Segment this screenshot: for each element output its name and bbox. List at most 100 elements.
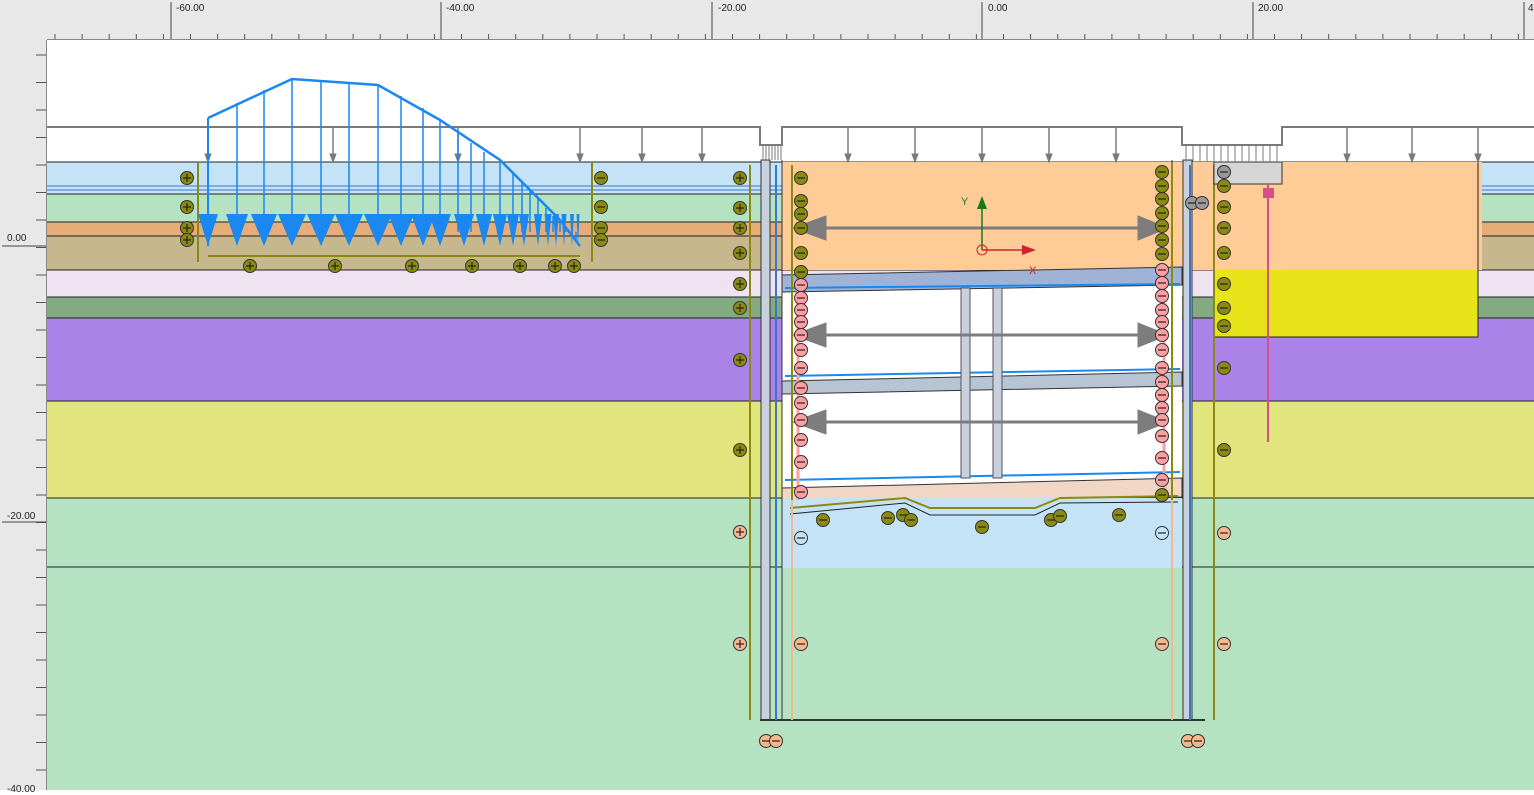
vertical-ruler (0, 0, 47, 790)
minus-circle-icon[interactable] (794, 315, 808, 329)
minus-circle-icon[interactable] (1155, 289, 1169, 303)
minus-circle-icon[interactable] (1155, 343, 1169, 357)
minus-circle-icon[interactable] (794, 221, 808, 235)
minus-circle-icon[interactable] (794, 637, 808, 651)
plus-circle-icon[interactable] (405, 259, 419, 273)
plus-circle-icon[interactable] (180, 221, 194, 235)
minus-circle-icon[interactable] (1155, 219, 1169, 233)
minus-circle-icon[interactable] (794, 246, 808, 260)
ruler-y-label: -20.00 (7, 511, 36, 522)
minus-circle-icon[interactable] (1155, 206, 1169, 220)
minus-circle-icon[interactable] (1155, 165, 1169, 179)
minus-circle-icon[interactable] (975, 520, 989, 534)
minus-circle-icon[interactable] (1217, 221, 1231, 235)
plus-circle-icon[interactable] (733, 525, 747, 539)
minus-circle-icon[interactable] (769, 734, 783, 748)
plus-circle-icon[interactable] (733, 246, 747, 260)
minus-circle-icon[interactable] (1155, 375, 1169, 389)
minus-circle-icon[interactable] (794, 381, 808, 395)
minus-circle-icon[interactable] (1155, 637, 1169, 651)
minus-circle-icon[interactable] (794, 485, 808, 499)
minus-circle-icon[interactable] (1217, 246, 1231, 260)
minus-circle-icon[interactable] (794, 455, 808, 469)
horizontal-ruler (0, 0, 1534, 40)
plus-circle-icon[interactable] (180, 200, 194, 214)
minus-circle-icon[interactable] (1217, 165, 1231, 179)
minus-circle-icon[interactable] (1217, 526, 1231, 540)
minus-circle-icon[interactable] (794, 328, 808, 342)
minus-circle-icon[interactable] (794, 531, 808, 545)
minus-circle-icon[interactable] (1217, 200, 1231, 214)
minus-circle-icon[interactable] (794, 303, 808, 317)
plus-circle-icon[interactable] (180, 171, 194, 185)
minus-circle-icon[interactable] (1217, 443, 1231, 457)
minus-circle-icon[interactable] (1155, 315, 1169, 329)
plus-circle-icon[interactable] (733, 301, 747, 315)
minus-circle-icon[interactable] (1053, 509, 1067, 523)
plus-circle-icon[interactable] (328, 259, 342, 273)
surface-load-arrows[interactable] (204, 127, 1482, 164)
minus-circle-icon[interactable] (794, 433, 808, 447)
plus-circle-icon[interactable] (733, 221, 747, 235)
minus-circle-icon[interactable] (794, 343, 808, 357)
minus-circle-icon[interactable] (794, 278, 808, 292)
model-canvas[interactable]: Y X (47, 40, 1534, 790)
minus-circle-icon[interactable] (1195, 196, 1209, 210)
plus-circle-icon[interactable] (733, 277, 747, 291)
minus-circle-icon[interactable] (794, 291, 808, 305)
minus-circle-icon[interactable] (1155, 192, 1169, 206)
minus-circle-icon[interactable] (594, 221, 608, 235)
minus-circle-icon[interactable] (794, 413, 808, 427)
minus-circle-icon[interactable] (1155, 401, 1169, 415)
minus-circle-icon[interactable] (1217, 319, 1231, 333)
minus-circle-icon[interactable] (1155, 413, 1169, 427)
minus-circle-icon[interactable] (794, 265, 808, 279)
plus-circle-icon[interactable] (513, 259, 527, 273)
minus-circle-icon[interactable] (794, 171, 808, 185)
minus-circle-icon[interactable] (1217, 179, 1231, 193)
plus-circle-icon[interactable] (180, 233, 194, 247)
minus-circle-icon[interactable] (1191, 734, 1205, 748)
minus-circle-icon[interactable] (1155, 388, 1169, 402)
plus-circle-icon[interactable] (567, 259, 581, 273)
plus-circle-icon[interactable] (733, 171, 747, 185)
minus-circle-icon[interactable] (904, 513, 918, 527)
minus-circle-icon[interactable] (1155, 361, 1169, 375)
minus-circle-icon[interactable] (1155, 328, 1169, 342)
minus-circle-icon[interactable] (1155, 303, 1169, 317)
minus-circle-icon[interactable] (1155, 276, 1169, 290)
plus-circle-icon[interactable] (733, 353, 747, 367)
plus-circle-icon[interactable] (733, 201, 747, 215)
plus-circle-icon[interactable] (465, 259, 479, 273)
plus-circle-icon[interactable] (733, 637, 747, 651)
ground-surface[interactable] (47, 126, 1534, 146)
minus-circle-icon[interactable] (1155, 247, 1169, 261)
minus-circle-icon[interactable] (1112, 508, 1126, 522)
plus-circle-icon[interactable] (733, 443, 747, 457)
minus-circle-icon[interactable] (594, 233, 608, 247)
minus-circle-icon[interactable] (1155, 526, 1169, 540)
minus-circle-icon[interactable] (594, 200, 608, 214)
minus-circle-icon[interactable] (794, 207, 808, 221)
minus-circle-icon[interactable] (1217, 301, 1231, 315)
plus-circle-icon[interactable] (243, 259, 257, 273)
minus-circle-icon[interactable] (816, 513, 830, 527)
minus-circle-icon[interactable] (1155, 451, 1169, 465)
minus-circle-icon[interactable] (1217, 277, 1231, 291)
minus-circle-icon[interactable] (794, 396, 808, 410)
minus-circle-icon[interactable] (1155, 263, 1169, 277)
plus-circle-icon[interactable] (548, 259, 562, 273)
minus-circle-icon[interactable] (1155, 233, 1169, 247)
minus-circle-icon[interactable] (794, 361, 808, 375)
minus-circle-icon[interactable] (1155, 473, 1169, 487)
minus-circle-icon[interactable] (1155, 179, 1169, 193)
minus-circle-icon[interactable] (1217, 361, 1231, 375)
minus-circle-icon[interactable] (1217, 637, 1231, 651)
ruler-x-label: 20.00 (1258, 3, 1284, 14)
minus-circle-icon[interactable] (1155, 488, 1169, 502)
geometry-drawing[interactable]: Y X (47, 40, 1534, 790)
minus-circle-icon[interactable] (1155, 429, 1169, 443)
minus-circle-icon[interactable] (881, 511, 895, 525)
minus-circle-icon[interactable] (594, 171, 608, 185)
minus-circle-icon[interactable] (794, 194, 808, 208)
